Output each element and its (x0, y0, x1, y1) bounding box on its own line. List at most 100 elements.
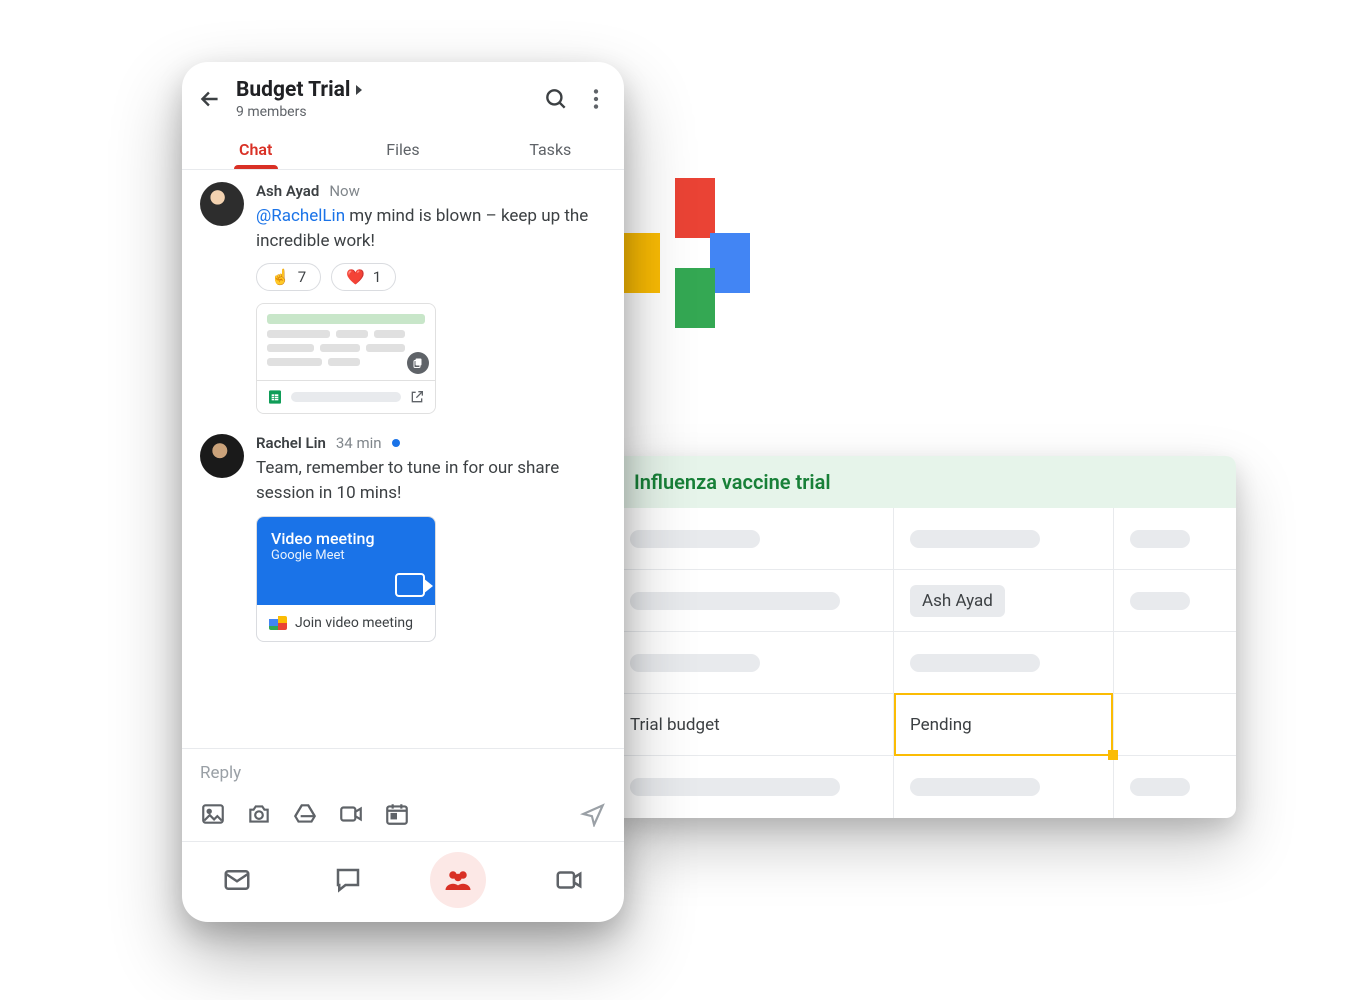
people-icon (443, 865, 473, 895)
send-icon (580, 801, 606, 827)
message: Rachel Lin 34 min Team, remember to tune… (200, 434, 606, 641)
plus-arm-blue (710, 233, 750, 293)
calendar-button[interactable] (384, 801, 410, 831)
tab-tasks[interactable]: Tasks (477, 134, 624, 169)
sheet-cell[interactable] (614, 508, 894, 569)
nav-mail[interactable] (209, 852, 265, 908)
mention[interactable]: @RachelLin (256, 206, 345, 226)
caret-right-icon (354, 84, 364, 96)
plus-arm-yellow (620, 233, 660, 293)
video-icon (338, 801, 364, 827)
avatar[interactable] (200, 434, 244, 478)
attach-image-button[interactable] (200, 801, 226, 831)
meet-card[interactable]: Video meeting Google Meet Join video mee… (256, 516, 436, 642)
more-button[interactable] (582, 85, 610, 113)
meet-card-top: Video meeting Google Meet (257, 517, 435, 605)
sheet-cell[interactable] (1114, 632, 1236, 693)
sheet-cell[interactable] (1114, 694, 1236, 755)
meet-icon (554, 865, 584, 895)
tab-chat[interactable]: Chat (182, 134, 329, 169)
phone-frame: Budget Trial 9 members Chat Files Tasks (182, 62, 624, 922)
spreadsheet-card: Influenza vaccine trial Ash Ayad Trial b… (614, 456, 1236, 818)
back-button[interactable] (196, 85, 224, 113)
tab-bar: Chat Files Tasks (182, 124, 624, 170)
chip-ash-ayad[interactable]: Ash Ayad (910, 585, 1005, 617)
unread-dot-icon (392, 439, 400, 447)
calendar-icon (384, 801, 410, 827)
author-name: Ash Ayad (256, 182, 319, 200)
sheet-cell[interactable] (614, 632, 894, 693)
message-text: Team, remember to tune in for our share … (256, 456, 606, 505)
sheet-cell[interactable]: Ash Ayad (894, 570, 1114, 631)
cell-text: Trial budget (630, 715, 720, 735)
sheet-cell[interactable] (1114, 570, 1236, 631)
tab-files[interactable]: Files (329, 134, 476, 169)
sheet-cell[interactable] (894, 632, 1114, 693)
space-title: Budget Trial (236, 78, 350, 102)
camera-button[interactable] (246, 801, 272, 831)
sheet-cell-trial-budget[interactable]: Trial budget (614, 694, 894, 755)
reaction-heart[interactable]: ❤️ 1 (331, 263, 396, 291)
reaction-finger[interactable]: ☝️ 7 (256, 263, 321, 291)
message-text: @RachelLin my mind is blown – keep up th… (256, 204, 606, 253)
tab-label: Chat (239, 140, 272, 159)
sheet-cell[interactable] (614, 570, 894, 631)
reply-bar: Reply (182, 748, 624, 841)
open-external-icon[interactable] (409, 389, 425, 405)
message: Ash Ayad Now @RachelLin my mind is blown… (200, 182, 606, 414)
nav-chat[interactable] (320, 852, 376, 908)
sheet-cell[interactable] (894, 756, 1114, 818)
more-vert-icon (583, 86, 609, 112)
bottom-nav (182, 841, 624, 922)
sheet-cell-pending[interactable]: Pending (894, 694, 1114, 755)
reply-actions (200, 801, 606, 831)
nav-spaces[interactable] (430, 852, 486, 908)
message-time: 34 min (336, 434, 382, 452)
emoji: ❤️ (346, 268, 365, 286)
camera-icon (246, 801, 272, 827)
send-button[interactable] (580, 801, 606, 831)
avatar[interactable] (200, 182, 244, 226)
meet-logo-icon (269, 616, 287, 630)
plus-arm-red (675, 178, 715, 238)
chat-icon (333, 865, 363, 895)
member-count: 9 members (236, 104, 530, 120)
sheet-cell[interactable] (614, 756, 894, 818)
drive-button[interactable] (292, 801, 318, 831)
copy-badge-icon (407, 352, 429, 374)
search-button[interactable] (542, 85, 570, 113)
sheet-row: Ash Ayad (614, 570, 1236, 632)
mail-icon (222, 865, 252, 895)
sheet-preview (257, 304, 435, 380)
sheet-body: Ash Ayad Trial budget Pending (614, 508, 1236, 818)
join-meeting-button[interactable]: Join video meeting (257, 605, 435, 641)
sheet-row (614, 508, 1236, 570)
sheet-cell[interactable] (894, 508, 1114, 569)
nav-meet[interactable] (541, 852, 597, 908)
chat-header: Budget Trial 9 members (182, 62, 624, 124)
author-name: Rachel Lin (256, 434, 326, 452)
reply-input[interactable]: Reply (200, 763, 606, 783)
reactions: ☝️ 7 ❤️ 1 (256, 263, 606, 291)
sheet-cell[interactable] (1114, 508, 1236, 569)
video-camera-icon (395, 573, 425, 597)
meet-title: Video meeting (271, 529, 421, 548)
sheet-title: Influenza vaccine trial (634, 470, 831, 494)
title-block[interactable]: Budget Trial 9 members (236, 78, 530, 120)
reaction-count: 7 (298, 268, 306, 286)
sheet-row: Trial budget Pending (614, 694, 1236, 756)
google-plus-icon (620, 178, 770, 328)
cell-text: Pending (910, 715, 972, 735)
arrow-left-icon (197, 86, 223, 112)
attachment-footer (257, 380, 435, 413)
image-icon (200, 801, 226, 827)
filename-placeholder (291, 392, 401, 402)
reaction-count: 1 (373, 268, 381, 286)
sheet-cell[interactable] (1114, 756, 1236, 818)
sheet-attachment[interactable] (256, 303, 436, 414)
chat-scroll[interactable]: Ash Ayad Now @RachelLin my mind is blown… (182, 170, 624, 748)
join-label: Join video meeting (295, 615, 413, 631)
drive-icon (292, 801, 318, 827)
selection-handle[interactable] (1108, 750, 1118, 760)
video-button[interactable] (338, 801, 364, 831)
